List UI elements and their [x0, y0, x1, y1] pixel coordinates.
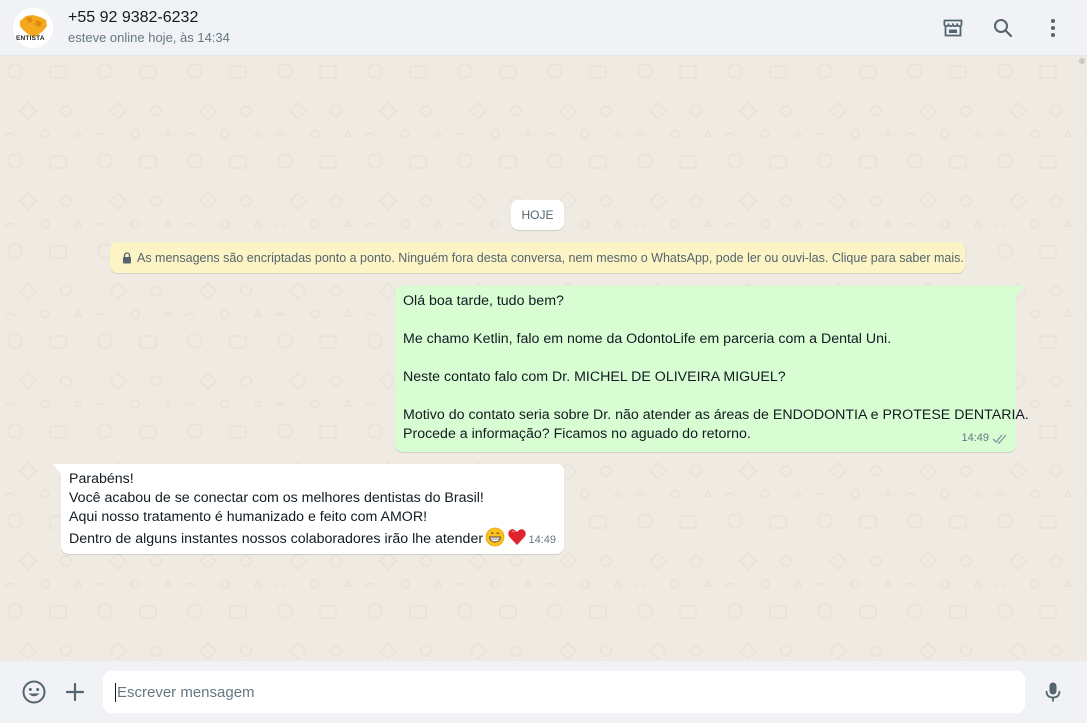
message-meta: 14:49 [528, 531, 556, 550]
message-meta: 14:49 [961, 429, 1008, 448]
attach-button[interactable] [55, 672, 95, 712]
message-text-line: Me chamo Ketlin, falo em nome da OdontoL… [403, 331, 892, 347]
microphone-icon [1045, 682, 1061, 702]
outgoing-message[interactable]: Olá boa tarde, tudo bem? Me chamo Ketlin… [395, 286, 1029, 452]
header-actions [923, 8, 1073, 48]
message-text-line: Você acabou de se conectar com os melhor… [69, 490, 484, 506]
message-text-line: Procede a informação? Ficamos no aguado … [403, 426, 751, 442]
search-button[interactable] [983, 8, 1023, 48]
contact-name: +55 92 9382-6232 [68, 9, 199, 26]
store-icon [943, 19, 963, 37]
encryption-notice[interactable]: As mensagens são encriptadas ponto a pon… [110, 242, 965, 273]
text-caret [115, 682, 116, 702]
chat-panel[interactable]: HOJE As mensagens são encriptadas ponto … [0, 56, 1087, 661]
message-text-line [403, 311, 1007, 330]
grinning-face-emoji [485, 527, 505, 553]
menu-icon [1051, 19, 1055, 37]
message-text-line: Olá boa tarde, tudo bem? [403, 293, 564, 309]
catalog-button[interactable] [933, 8, 973, 48]
avatar[interactable]: ENTISTA [13, 7, 53, 48]
message-text-line: Neste contato falo com Dr. MICHEL DE OLI… [403, 369, 786, 385]
avatar-text: ENTISTA [16, 34, 45, 42]
message-text-line [403, 387, 1007, 406]
red-heart-emoji [507, 527, 527, 553]
message-text: Dentro de alguns instantes nossos colabo… [69, 531, 484, 547]
lock-icon [122, 251, 132, 264]
voice-message-button[interactable] [1033, 672, 1073, 712]
chat-scrollbar[interactable] [1075, 56, 1087, 661]
scroll-thumb[interactable] [1079, 58, 1085, 64]
bubble-tail [53, 464, 61, 474]
encryption-notice-text: As mensagens são encriptadas ponto a pon… [137, 250, 964, 265]
chat-header: ENTISTA +55 92 9382-6232 esteve online h… [0, 0, 1087, 56]
message-time: 14:49 [961, 432, 989, 444]
emoji-button[interactable] [14, 672, 54, 712]
message-text-line: Dentro de alguns instantes nossos colabo… [69, 527, 555, 553]
incoming-message[interactable]: Parabéns! Você acabou de se conectar com… [53, 464, 564, 554]
date-divider: HOJE [511, 200, 564, 230]
message-text-line: Parabéns! [69, 471, 134, 487]
double-check-icon [992, 433, 1008, 444]
message-text-line [403, 349, 1007, 368]
message-time: 14:49 [528, 534, 556, 546]
menu-button[interactable] [1033, 8, 1073, 48]
message-input[interactable] [117, 683, 1025, 701]
search-icon [994, 19, 1013, 38]
contact-status: esteve online hoje, às 14:34 [68, 30, 230, 45]
smiley-icon [22, 680, 46, 704]
message-text-line: Aqui nosso tratamento é humanizado e fei… [69, 509, 428, 525]
avatar-logo-icon [13, 7, 53, 48]
bubble-tail [1016, 286, 1024, 296]
message-text-line: Motivo do contato seria sobre Dr. não at… [403, 407, 1029, 423]
contact-info[interactable]: +55 92 9382-6232 esteve online hoje, às … [68, 8, 230, 47]
plus-icon [65, 682, 85, 702]
compose-bar [0, 661, 1087, 723]
message-input-box[interactable] [103, 671, 1025, 713]
